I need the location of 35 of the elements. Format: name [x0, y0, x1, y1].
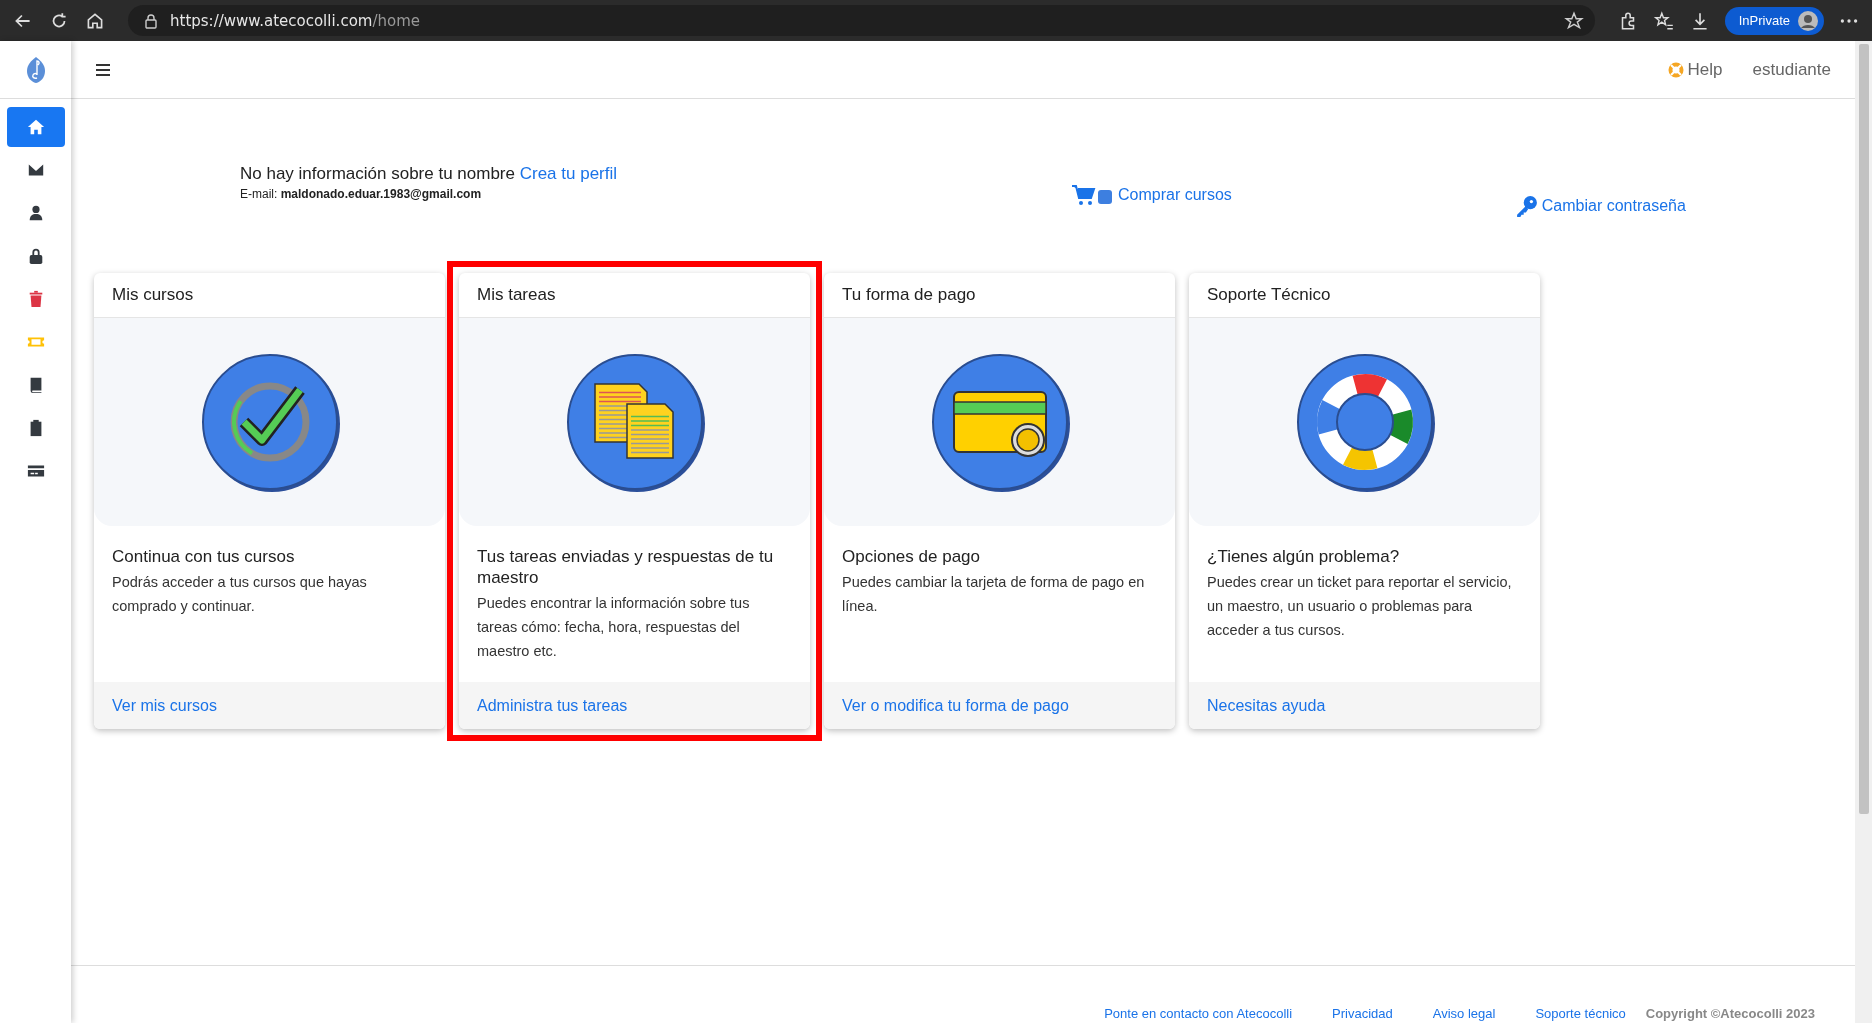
favorites-icon[interactable] [1652, 9, 1675, 32]
avatar-icon [1798, 10, 1818, 31]
card-link[interactable]: Administra tus tareas [477, 696, 628, 715]
footer-link[interactable]: Soporte técnico [1535, 1006, 1626, 1021]
card-description: Podrás acceder a tus cursos que hayas comprado y continuar. [112, 573, 368, 616]
help-link[interactable]: Help [1667, 59, 1723, 80]
buy-courses-link[interactable]: Comprar cursos [1072, 184, 1232, 206]
email-text: E-mail: maldonado.eduar.1983@gmail.com [240, 187, 483, 201]
create-profile-link[interactable]: Crea tu perfil [519, 164, 618, 183]
change-password-link[interactable]: Cambiar contraseña [1515, 195, 1686, 217]
card-heading: Tus tareas enviadas y respuestas de tu maestro [477, 546, 775, 588]
profile-message: No hay información sobre tu nombre Crea tu perfil [240, 164, 619, 184]
footer-link[interactable]: Privacidad [1332, 1006, 1393, 1021]
key-icon [1515, 195, 1538, 217]
footer-link[interactable]: Aviso legal [1432, 1006, 1496, 1021]
cart-icon [1072, 184, 1112, 206]
logo-icon [25, 55, 46, 84]
copyright-text: Copyright ©Atecocolli 2023 [1645, 1006, 1815, 1021]
card-heading: Opciones de pago [842, 546, 981, 567]
card-heading: Continua con tus cursos [112, 546, 296, 567]
scrollbar[interactable] [1855, 41, 1872, 1023]
card-link[interactable]: Necesitas ayuda [1207, 696, 1326, 715]
card-description: Puedes cambiar la tarjeta de forma de pago en línea. [842, 573, 1146, 616]
help-icon [1667, 61, 1684, 78]
card-heading: ¿Tienes algún problema? [1207, 546, 1401, 567]
url-text: https://www.atecocolli.com/home [170, 11, 421, 30]
card-description: Puedes crear un ticket para reportar el servicio, un maestro, un usuario o problemas para acceder a tus cursos. [1207, 573, 1513, 640]
card-link[interactable]: Ver mis cursos [112, 696, 217, 715]
menu-icon[interactable] [95, 62, 111, 77]
address-bar[interactable]: https://www.atecocolli.com/home [128, 5, 1595, 36]
lock-icon [144, 12, 158, 29]
inprivate-button[interactable]: InPrivate [1724, 6, 1824, 35]
user-menu[interactable]: estudiante [1752, 59, 1831, 80]
card-description: Puedes encontrar la información sobre tus tareas cómo: fecha, hora, respuestas del maestro etc. [477, 594, 751, 661]
footer-link[interactable]: Ponte en contacto con Atecocolli [1104, 1006, 1293, 1021]
